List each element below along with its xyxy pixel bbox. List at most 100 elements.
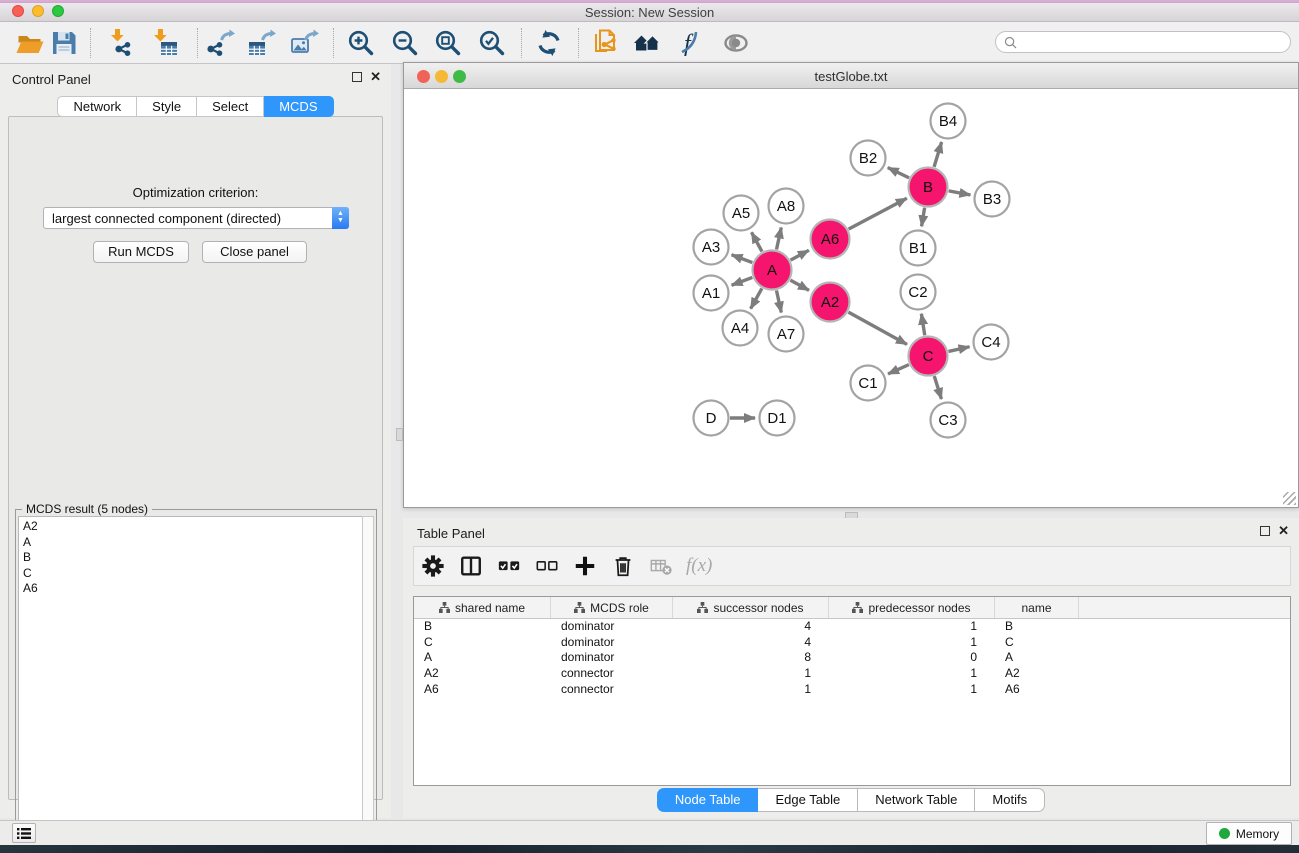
zoom-fit-button[interactable] xyxy=(426,25,470,61)
graph-edge-A-A6[interactable] xyxy=(791,250,809,260)
memory-button[interactable]: Memory xyxy=(1206,822,1292,845)
table-row[interactable]: Adominator80A xyxy=(414,650,1290,666)
graph-node-C[interactable]: C xyxy=(909,337,948,376)
graph-edge-C-C2[interactable] xyxy=(921,314,924,336)
graph-edge-C-C4[interactable] xyxy=(948,347,969,352)
tab-style[interactable]: Style xyxy=(137,96,197,117)
home-button[interactable] xyxy=(625,25,669,61)
graph-node-A4[interactable]: A4 xyxy=(723,311,758,346)
select-all-button[interactable] xyxy=(490,549,528,583)
graph-edge-C-C1[interactable] xyxy=(888,365,909,374)
graph-node-C1[interactable]: C1 xyxy=(851,366,886,401)
graph-node-D[interactable]: D xyxy=(694,401,729,436)
table-row[interactable]: Bdominator41B xyxy=(414,619,1290,635)
result-item[interactable]: A6 xyxy=(23,581,362,597)
close-panel-icon[interactable]: ✕ xyxy=(370,72,381,82)
close-panel-button[interactable]: Close panel xyxy=(202,241,307,263)
graph-node-A5[interactable]: A5 xyxy=(724,196,759,231)
save-session-button[interactable] xyxy=(42,25,86,61)
network-canvas[interactable]: B4 B2 B B3 A8 A5 A6 A3 B1 A C2 A1 A2 A4 A7 C4 C C1 D D1 C3 xyxy=(405,89,1297,506)
graph-node-B2[interactable]: B2 xyxy=(851,141,886,176)
column-header-name[interactable]: name xyxy=(995,597,1079,618)
graph-node-A2[interactable]: A2 xyxy=(811,283,850,322)
result-scrollbar[interactable] xyxy=(362,516,374,846)
refresh-button[interactable] xyxy=(527,25,571,61)
table-row[interactable]: A2connector11A2 xyxy=(414,666,1290,682)
graph-node-C4[interactable]: C4 xyxy=(974,325,1009,360)
graph-node-A8[interactable]: A8 xyxy=(769,189,804,224)
graph-node-B3[interactable]: B3 xyxy=(975,182,1010,217)
graph-edge-A2-C[interactable] xyxy=(848,312,907,344)
search-field[interactable] xyxy=(995,31,1291,53)
clone-network-button[interactable] xyxy=(584,25,628,61)
eye-toggle-button[interactable] xyxy=(714,25,758,61)
graph-node-A6[interactable]: A6 xyxy=(811,220,850,259)
result-item[interactable]: A2 xyxy=(23,519,362,535)
tab-edge-table[interactable]: Edge Table xyxy=(758,788,858,812)
float-table-panel-icon[interactable] xyxy=(1260,526,1270,536)
graph-edge-A-A2[interactable] xyxy=(790,280,809,290)
run-mcds-button[interactable]: Run MCDS xyxy=(93,241,189,263)
graph-edge-B-B2[interactable] xyxy=(888,168,909,178)
graph-edge-A-A4[interactable] xyxy=(751,288,762,308)
tab-select[interactable]: Select xyxy=(197,96,264,117)
column-header-shared-name[interactable]: shared name xyxy=(414,597,551,618)
zoom-selected-button[interactable] xyxy=(470,25,514,61)
zoom-in-button[interactable] xyxy=(339,25,383,61)
tab-network[interactable]: Network xyxy=(57,96,137,117)
graph-edge-B-B1[interactable] xyxy=(922,208,925,227)
graph-edge-A-A5[interactable] xyxy=(752,232,762,251)
tab-network-table[interactable]: Network Table xyxy=(858,788,975,812)
export-image-button[interactable] xyxy=(282,25,326,61)
graph-node-B1[interactable]: B1 xyxy=(901,231,936,266)
import-network-button[interactable] xyxy=(99,25,143,61)
graph-node-A1[interactable]: A1 xyxy=(694,276,729,311)
result-item[interactable]: B xyxy=(23,550,362,566)
graph-node-A3[interactable]: A3 xyxy=(694,230,729,265)
graph-node-D1[interactable]: D1 xyxy=(760,401,795,436)
graph-edge-B-B4[interactable] xyxy=(934,142,942,167)
column-header-MCDS-role[interactable]: MCDS role xyxy=(551,597,673,618)
result-item[interactable]: A xyxy=(23,535,362,551)
search-input[interactable] xyxy=(1021,33,1290,51)
column-header-predecessor-nodes[interactable]: predecessor nodes xyxy=(829,597,995,618)
graph-node-A7[interactable]: A7 xyxy=(769,317,804,352)
tab-node-table[interactable]: Node Table xyxy=(657,788,759,812)
tab-mcds[interactable]: MCDS xyxy=(264,96,333,117)
graph-edge-A-A8[interactable] xyxy=(776,227,781,249)
graph-node-C3[interactable]: C3 xyxy=(931,403,966,438)
graph-node-A[interactable]: A xyxy=(753,251,792,290)
graph-edge-A6-B[interactable] xyxy=(849,198,907,229)
column-header-successor-nodes[interactable]: successor nodes xyxy=(673,597,829,618)
table-row[interactable]: Cdominator41C xyxy=(414,635,1290,651)
import-table-button[interactable] xyxy=(144,25,188,61)
deselect-all-button[interactable] xyxy=(528,549,566,583)
mcds-result-list[interactable]: A2ABCA6 xyxy=(18,516,362,846)
function-toggle-button[interactable]: f xyxy=(668,25,712,61)
zoom-out-button[interactable] xyxy=(383,25,427,61)
graph-edge-A-A1[interactable] xyxy=(732,277,753,285)
result-item[interactable]: C xyxy=(23,566,362,582)
graph-edge-B-B3[interactable] xyxy=(949,191,971,195)
optimization-criterion-dropdown[interactable]: largest connected component (directed) ▲… xyxy=(43,207,349,229)
graph-node-B4[interactable]: B4 xyxy=(931,104,966,139)
float-panel-icon[interactable] xyxy=(352,72,362,82)
graph-node-C2[interactable]: C2 xyxy=(901,275,936,310)
close-table-panel-icon[interactable]: ✕ xyxy=(1278,526,1289,536)
network-graph: B4 B2 B B3 A8 A5 A6 A3 B1 A C2 A1 A2 A4 A7 C4 C C1 D D1 C3 xyxy=(405,89,1297,506)
table-row[interactable]: A6connector11A6 xyxy=(414,682,1290,698)
graph-edge-A-A3[interactable] xyxy=(732,255,753,263)
graph-edge-C-C3[interactable] xyxy=(934,376,941,399)
export-network-button[interactable] xyxy=(198,25,242,61)
export-table-button[interactable] xyxy=(239,25,283,61)
create-column-button[interactable] xyxy=(566,549,604,583)
graph-edge-A-A7[interactable] xyxy=(776,291,781,313)
graph-node-B[interactable]: B xyxy=(909,168,948,207)
resize-grip[interactable] xyxy=(1283,492,1296,505)
tab-motifs[interactable]: Motifs xyxy=(975,788,1045,812)
show-columns-button[interactable] xyxy=(452,549,490,583)
horizontal-splitter-handle[interactable] xyxy=(396,428,403,441)
table-settings-button[interactable] xyxy=(414,549,452,583)
task-history-button[interactable] xyxy=(12,823,36,843)
delete-column-button[interactable] xyxy=(604,549,642,583)
